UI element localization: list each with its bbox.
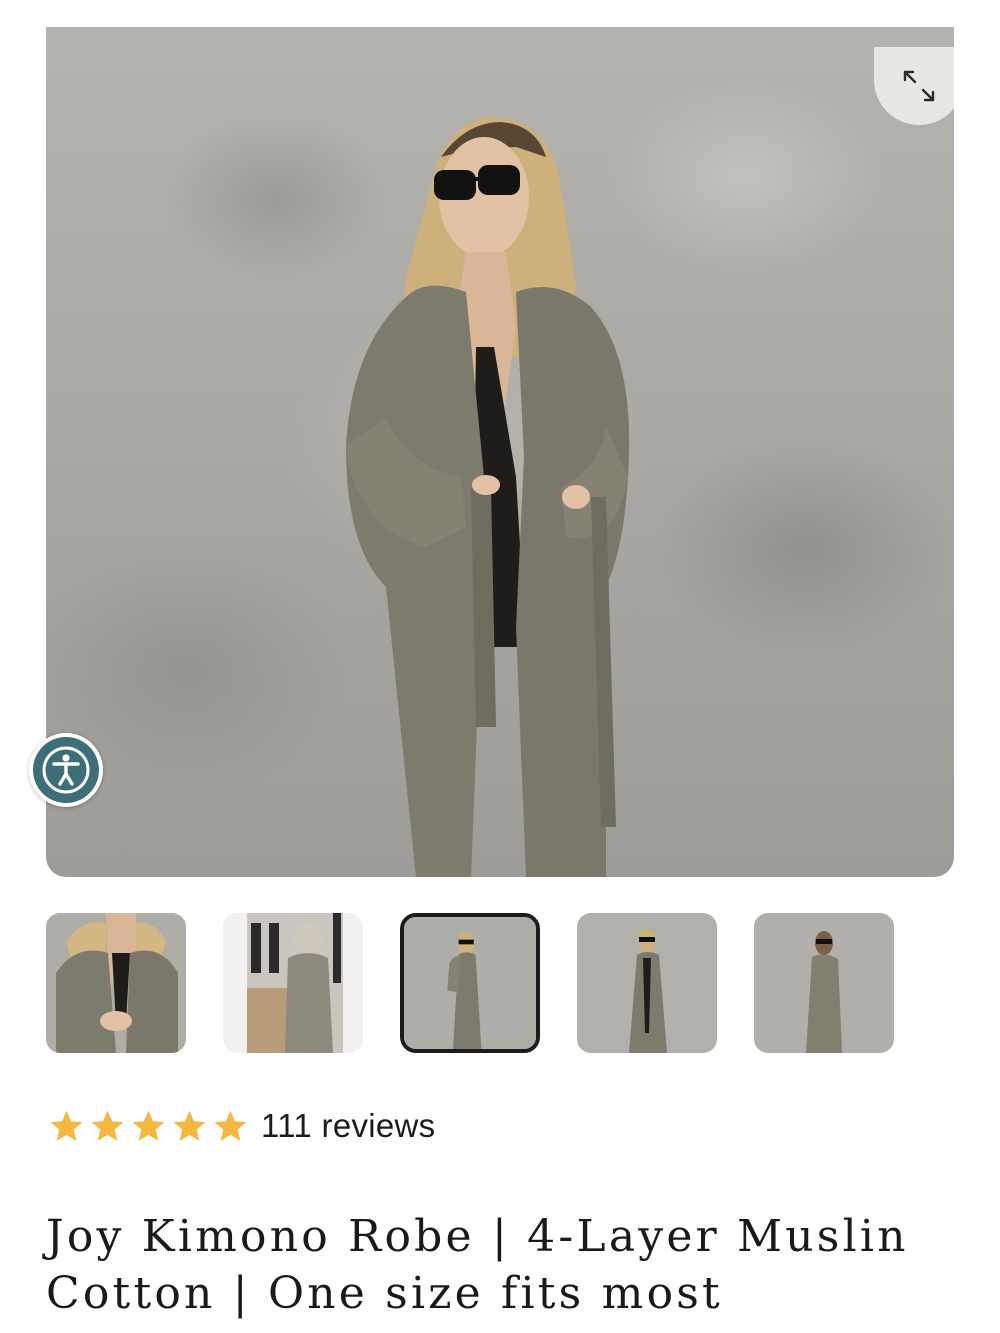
star-icon [50, 1110, 83, 1141]
accessibility-person-icon [42, 746, 90, 794]
reviews-count-link[interactable]: 111 reviews [261, 1107, 436, 1145]
thumbnail-1[interactable] [46, 913, 186, 1053]
product-rating[interactable]: 111 reviews [48, 1103, 436, 1149]
product-main-image[interactable] [46, 27, 954, 877]
star-rating [48, 1108, 249, 1145]
thumbnail-strip [46, 913, 954, 1055]
expand-arrows-icon [903, 70, 935, 102]
thumbnail-2[interactable] [223, 913, 363, 1053]
star-icon [173, 1110, 206, 1141]
thumbnail-5[interactable] [754, 913, 894, 1053]
model-photo [346, 117, 630, 877]
thumbnail-3[interactable] [400, 913, 540, 1053]
star-icon [91, 1110, 124, 1141]
thumbnail-4[interactable] [577, 913, 717, 1053]
accessibility-button[interactable] [29, 733, 103, 807]
star-icon [214, 1110, 247, 1141]
product-title: Joy Kimono Robe | 4-Layer Muslin Cotton … [46, 1211, 909, 1319]
star-icon [132, 1110, 165, 1141]
